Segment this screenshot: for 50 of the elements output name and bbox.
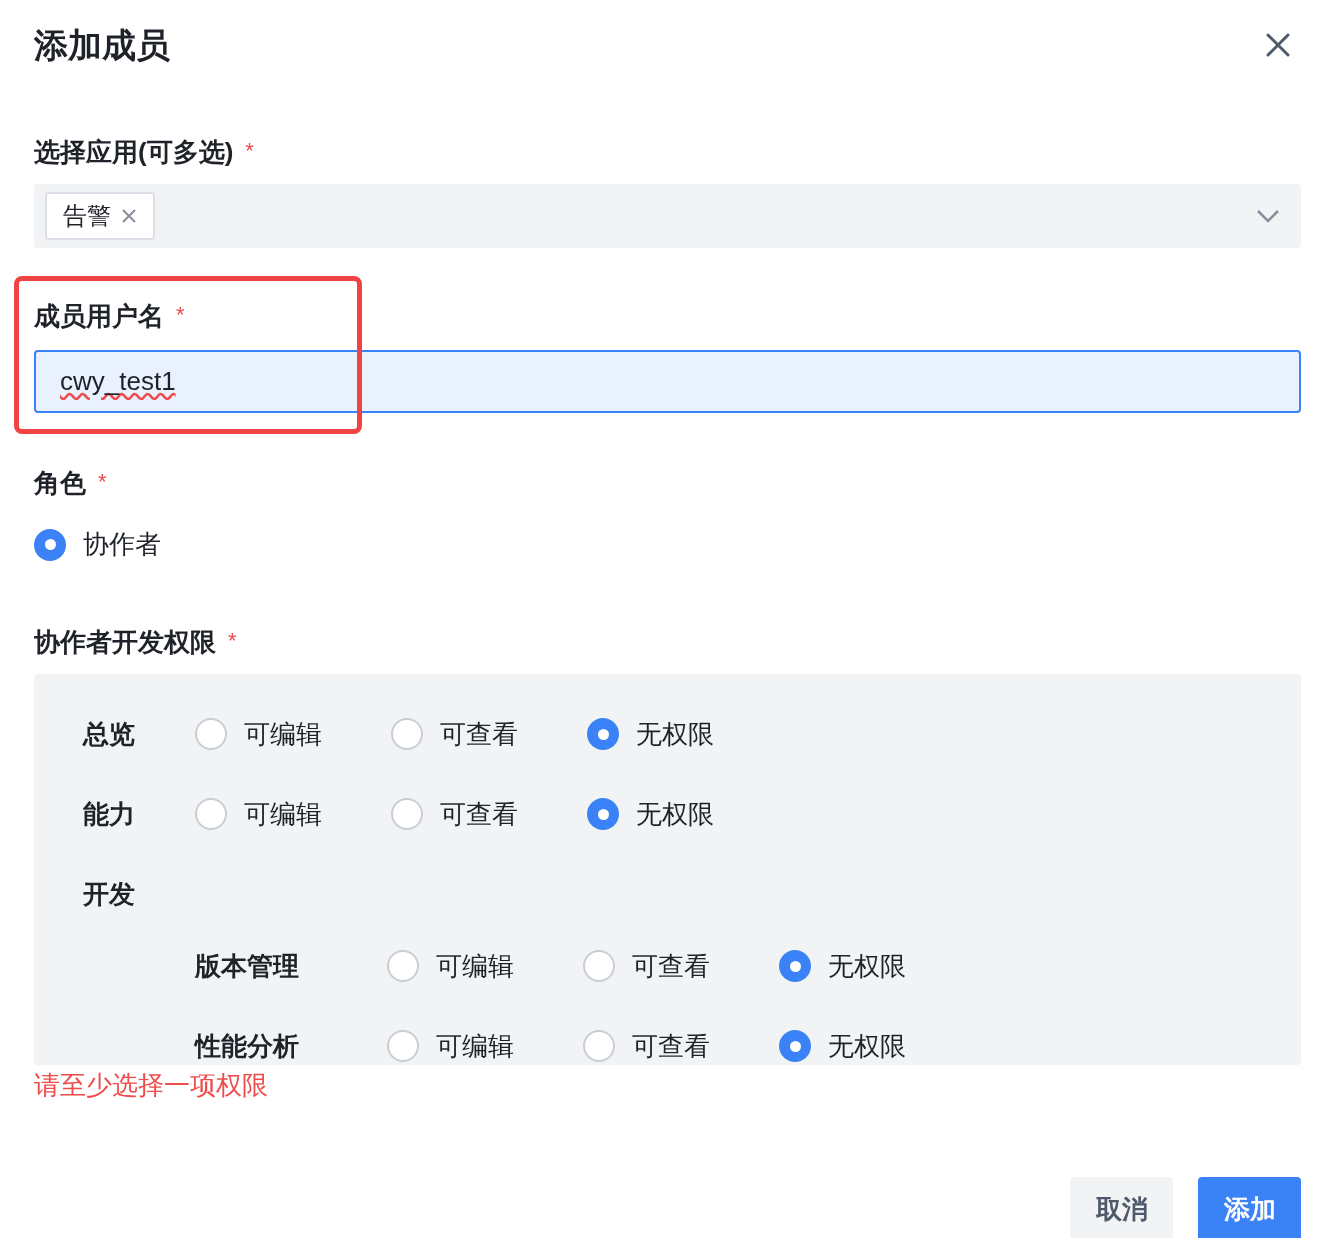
radio-button[interactable] (391, 798, 423, 830)
input-value: cwy_test1 (60, 365, 176, 398)
radio-label: 可编辑 (436, 949, 514, 983)
field-label: 角色 (34, 467, 86, 500)
radio-label: 无权限 (636, 797, 714, 831)
add-button[interactable]: 添加 (1198, 1177, 1301, 1238)
permission-label: 总览 (83, 717, 136, 751)
radio-label: 可查看 (440, 717, 518, 751)
permission-label: 性能分析 (195, 1029, 300, 1063)
radio-button[interactable] (195, 798, 227, 830)
radio-button[interactable] (587, 798, 619, 830)
close-icon[interactable] (121, 208, 137, 224)
radio-label: 无权限 (636, 717, 714, 751)
radio-label: 可查看 (632, 949, 710, 983)
required-asterisk: * (245, 137, 254, 165)
radio-button[interactable] (779, 1030, 811, 1062)
radio-label: 协作者 (83, 528, 161, 561)
cancel-button[interactable]: 取消 (1070, 1177, 1173, 1238)
permission-label: 版本管理 (195, 949, 300, 983)
required-asterisk: * (98, 468, 107, 496)
radio-button[interactable] (387, 1030, 419, 1062)
chevron-down-icon[interactable] (1256, 209, 1280, 223)
radio-button[interactable] (391, 718, 423, 750)
radio-label: 无权限 (828, 1029, 906, 1063)
radio-button[interactable] (779, 950, 811, 982)
radio-label: 可查看 (632, 1029, 710, 1063)
radio-label: 可查看 (440, 797, 518, 831)
radio-label: 无权限 (828, 949, 906, 983)
radio-label: 可编辑 (436, 1029, 514, 1063)
close-icon[interactable] (1266, 33, 1290, 57)
selected-tag: 告警 (45, 192, 155, 240)
required-asterisk: * (228, 627, 237, 655)
username-input[interactable]: cwy_test1 (34, 350, 1301, 413)
field-label: 协作者开发权限 (34, 626, 216, 659)
app-select[interactable]: 告警 (34, 184, 1301, 248)
radio-label: 可编辑 (244, 717, 322, 751)
dialog-title: 添加成员 (34, 24, 170, 66)
permission-label: 能力 (83, 797, 136, 831)
field-label: 选择应用(可多选) (34, 136, 234, 169)
required-asterisk: * (176, 301, 185, 329)
permission-label: 开发 (83, 877, 136, 911)
radio-button[interactable] (34, 528, 66, 561)
radio-button[interactable] (387, 950, 419, 982)
radio-button[interactable] (195, 718, 227, 750)
radio-button[interactable] (583, 1030, 615, 1062)
field-label: 成员用户名 (34, 300, 164, 333)
error-message: 请至少选择一项权限 (34, 1069, 269, 1102)
radio-button[interactable] (587, 718, 619, 750)
radio-button[interactable] (583, 950, 615, 982)
radio-label: 可编辑 (244, 797, 322, 831)
